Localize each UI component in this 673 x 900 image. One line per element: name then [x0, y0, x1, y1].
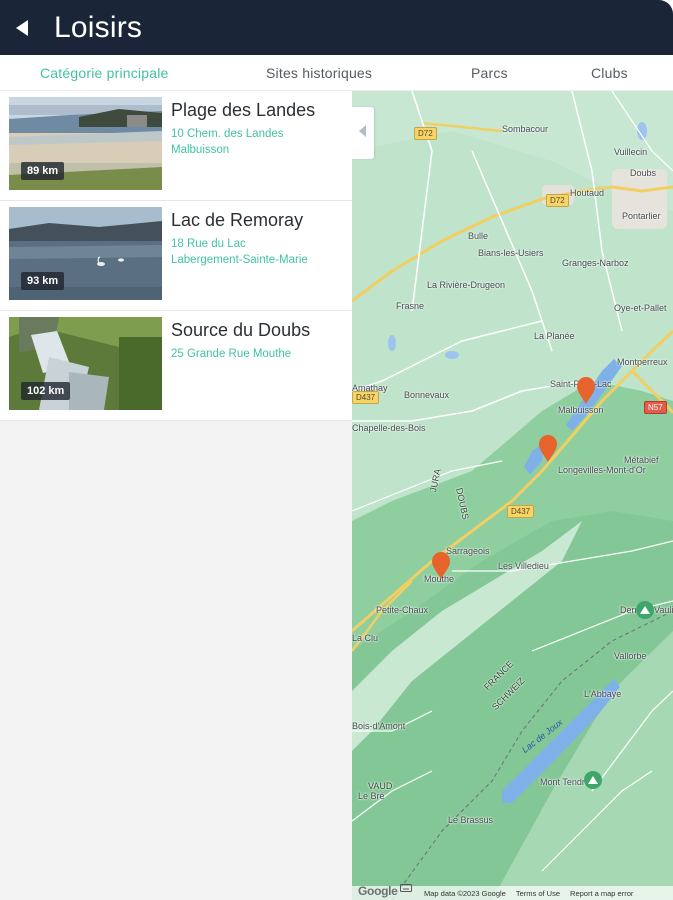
map-label: Bulle — [468, 231, 489, 241]
map-label: La Rivière-Drugeon — [427, 280, 506, 290]
place-photo: 102 km — [9, 317, 162, 410]
map-label: Vallorbe — [614, 651, 647, 661]
map-label: Mont Tendre — [540, 777, 590, 787]
map-label: L'Abbaye — [584, 689, 622, 699]
map-label: Bians-les-Usiers — [478, 248, 544, 258]
map-pin-lac-de-remoray[interactable] — [538, 435, 558, 463]
place-photo: 89 km — [9, 97, 162, 190]
list-item-source-du-doubs[interactable]: 102 km Source du Doubs 25 Grande Rue Mou… — [0, 311, 352, 421]
mountain-poi-icon[interactable] — [584, 771, 602, 789]
address-line-1: 25 Grande Rue Mouthe — [171, 348, 292, 360]
map-label: Frasne — [396, 301, 425, 311]
place-photo: 93 km — [9, 207, 162, 300]
map-label: Les Villedieu — [498, 561, 549, 571]
place-title: Lac de Remoray — [171, 210, 304, 230]
map-label: Métabief — [624, 455, 659, 465]
address-line-1: 18 Rue du Lac — [171, 238, 246, 250]
tab-categorie-principale[interactable]: Catégorie principale — [40, 65, 169, 81]
category-tabs: Catégorie principale Sites historiques P… — [0, 55, 673, 91]
map-label: Vuillecin — [614, 147, 648, 157]
place-title: Plage des Landes — [171, 100, 316, 120]
back-arrow-icon — [14, 19, 30, 37]
map-label: Petite-Chaux — [376, 605, 429, 615]
distance-badge: 93 km — [21, 272, 65, 290]
back-button[interactable] — [0, 0, 44, 55]
map-label: La Clu — [352, 633, 379, 643]
map-label: Doubs — [630, 168, 657, 178]
place-address: 18 Rue du Lac Labergement-Sainte-Marie — [171, 236, 308, 268]
map-label: Bois-d'Amont — [352, 721, 406, 731]
map-label: Oye-et-Pallet — [614, 303, 667, 313]
road-shield: D437 — [352, 391, 380, 404]
tab-sites-historiques[interactable]: Sites historiques — [266, 65, 372, 81]
road-shield: N57 — [644, 401, 667, 414]
map-label: Bonnevaux — [404, 390, 450, 400]
road-shield: D72 — [546, 194, 569, 207]
tab-parcs[interactable]: Parcs — [471, 65, 508, 81]
mountain-poi-icon[interactable] — [636, 601, 654, 619]
tab-clubs[interactable]: Clubs — [591, 65, 628, 81]
place-address: 10 Chem. des Landes Malbuisson — [171, 126, 284, 158]
address-line-2: Malbuisson — [171, 144, 230, 156]
map-pin-plage-des-landes[interactable] — [576, 377, 596, 405]
distance-badge: 102 km — [21, 382, 71, 400]
map-label: Sarrageois — [446, 546, 490, 556]
place-address: 25 Grande Rue Mouthe — [171, 346, 291, 362]
distance-badge: 89 km — [21, 162, 65, 180]
map-label: Le Brassus — [448, 815, 494, 825]
address-line-1: 10 Chem. des Landes — [171, 128, 284, 140]
map-label: Pontarlier — [622, 211, 661, 221]
map-label: Houtaud — [570, 188, 605, 198]
address-line-2: Labergement-Sainte-Marie — [171, 254, 308, 266]
list-item-lac-de-remoray[interactable]: 93 km Lac de Remoray 18 Rue du Lac Laber… — [0, 201, 352, 311]
list-item-plage-des-landes[interactable]: 89 km Plage des Landes 10 Chem. des Land… — [0, 91, 352, 201]
chevron-left-icon — [359, 124, 367, 142]
map-label: Granges-Narboz — [562, 258, 629, 268]
map-view[interactable]: Sombacour Vuillecin Houtaud Doubs Pontar… — [352, 91, 673, 900]
report-error-link[interactable]: Report a map error — [570, 889, 633, 898]
map-label: Sombacour — [502, 124, 549, 134]
terms-link[interactable]: Terms of Use — [516, 889, 560, 898]
map-label: Montperreux — [617, 357, 668, 367]
page-title: Loisirs — [54, 10, 143, 44]
map-label: Le Bré — [358, 791, 385, 801]
map-data-text: Map data ©2023 Google — [424, 888, 506, 898]
road-shield: D72 — [414, 127, 437, 140]
road-shield: D437 — [507, 505, 535, 518]
map-pin-source-du-doubs[interactable] — [431, 552, 451, 580]
map-label: La Planée — [534, 331, 575, 341]
map-label: Malbuisson — [558, 405, 604, 415]
keyboard-shortcuts-icon[interactable] — [400, 879, 412, 897]
app-header: Loisirs — [0, 0, 673, 55]
map-label-region: VAUD — [368, 781, 393, 791]
google-logo: Google — [358, 884, 398, 898]
map-label: Chapelle-des-Bois — [352, 423, 426, 433]
collapse-list-button[interactable] — [352, 107, 374, 159]
map-label: Longevilles-Mont-d'Or — [558, 465, 646, 475]
place-title: Source du Doubs — [171, 320, 311, 340]
places-list: 89 km Plage des Landes 10 Chem. des Land… — [0, 91, 352, 900]
